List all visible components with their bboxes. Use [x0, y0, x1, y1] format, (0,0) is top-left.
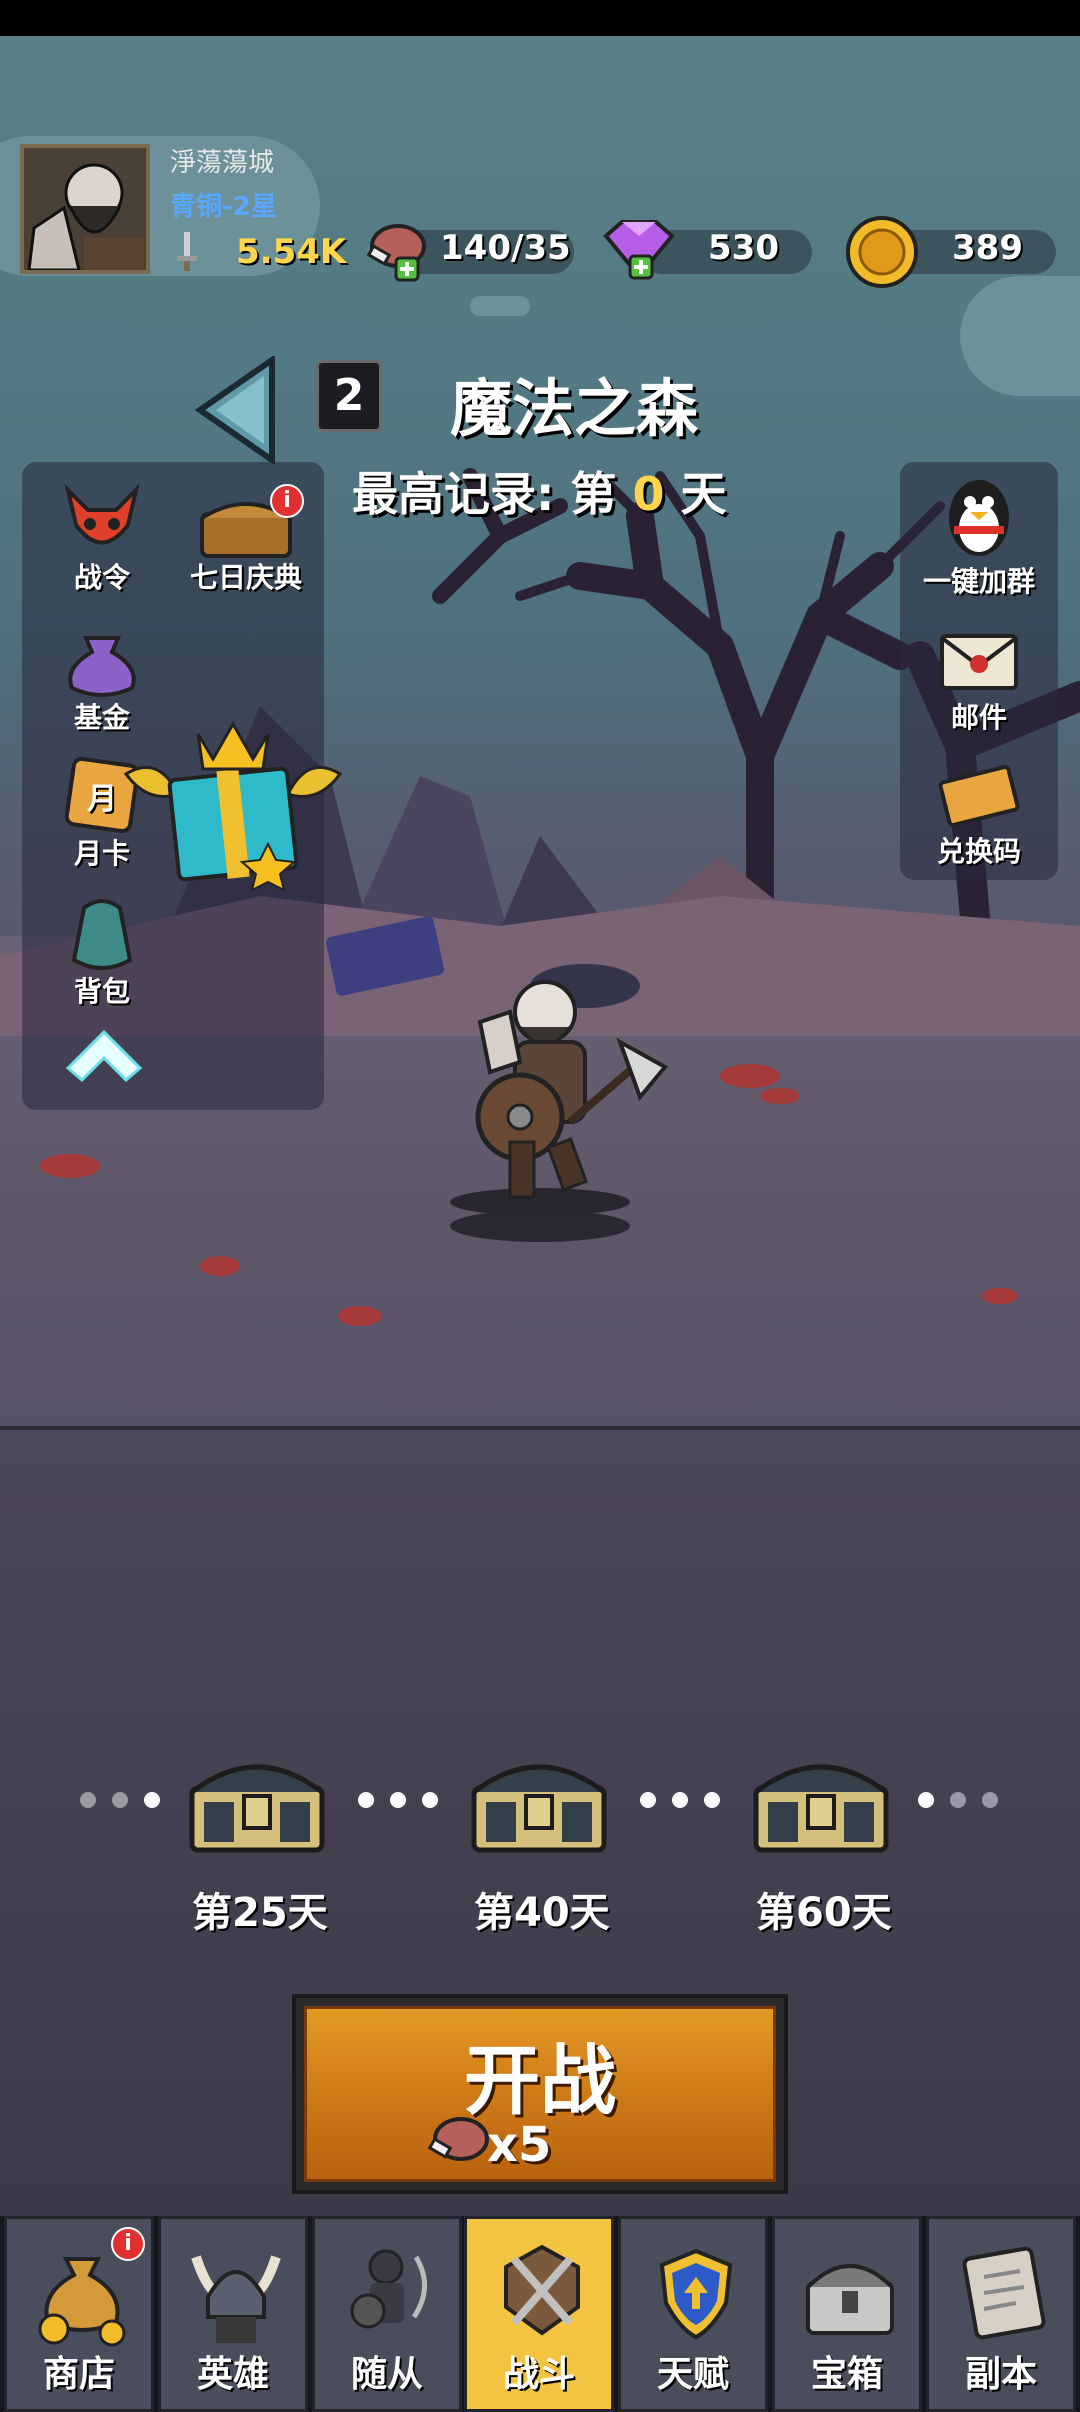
stage-number: 2 — [316, 360, 382, 432]
previous-stage-arrow-icon[interactable] — [194, 356, 278, 464]
progress-dot — [422, 1792, 438, 1808]
start-battle-button[interactable]: 开战 x5 — [292, 1994, 788, 2194]
tab-hero[interactable]: 英雄 — [158, 2216, 308, 2412]
bottom-navigation: i 商店 英雄 随从 战斗 天赋 宝箱 副本 — [0, 2216, 1080, 2412]
viking-helmet-icon — [191, 2255, 281, 2343]
progress-dot — [640, 1792, 656, 1808]
tab-label: 天赋 — [656, 2354, 729, 2395]
gems-value: 530 — [708, 228, 779, 268]
backpack-icon — [71, 899, 133, 970]
tab-shop[interactable]: i 商店 — [4, 2216, 154, 2412]
battle-pass-button[interactable]: 战令 — [40, 480, 164, 596]
milestone-chest-25[interactable] — [186, 1744, 328, 1856]
player-name: 淨蕩蕩城 — [170, 148, 275, 178]
record-prefix: 最高记录: 第 — [352, 467, 633, 521]
progress-dot — [112, 1792, 128, 1808]
progress-dot — [358, 1792, 374, 1808]
tab-label: 随从 — [350, 2354, 423, 2395]
coins-value: 389 — [952, 228, 1023, 268]
money-pouch-icon — [68, 636, 136, 697]
tab-dungeon[interactable]: 副本 — [926, 2216, 1076, 2412]
crossed-swords-icon — [504, 2244, 580, 2336]
tab-battle[interactable]: 战斗 — [464, 2216, 614, 2412]
backpack-button[interactable]: 背包 — [40, 894, 164, 1010]
progress-dot — [672, 1792, 688, 1808]
progress-dot — [80, 1792, 96, 1808]
milestone-label: 第25天 — [192, 1890, 328, 1936]
tab-label: 宝箱 — [810, 2354, 883, 2395]
milestone-label: 第60天 — [756, 1890, 892, 1936]
battle-cost: x5 — [487, 2117, 552, 2173]
progress-dot — [918, 1792, 934, 1808]
talent-shield-icon — [659, 2248, 733, 2340]
progress-dot — [144, 1792, 160, 1808]
cloud — [470, 296, 530, 316]
tab-chest[interactable]: 宝箱 — [772, 2216, 922, 2412]
treasure-chest-icon — [189, 1764, 325, 1853]
seven-day-festival-label: 七日庆典 — [189, 561, 302, 594]
tab-followers[interactable]: 随从 — [312, 2216, 462, 2412]
tab-talent[interactable]: 天赋 — [618, 2216, 768, 2412]
battle-pass-label: 战令 — [73, 561, 130, 594]
meat-icon — [427, 2117, 489, 2161]
cloud — [960, 276, 1080, 396]
progress-dot — [390, 1792, 406, 1808]
progress-dot — [950, 1792, 966, 1808]
power-value: 5.54K — [236, 232, 347, 272]
demon-skull-icon — [64, 483, 140, 545]
bearded-warrior-portrait-icon — [24, 148, 146, 270]
record-day: 0 — [632, 467, 665, 521]
record-suffix: 天 — [664, 467, 727, 521]
backpack-label: 背包 — [73, 975, 130, 1008]
progress-dot — [704, 1792, 720, 1808]
notification-badge: i — [270, 484, 304, 518]
treasure-chest-icon — [471, 1764, 607, 1853]
follower-icon — [350, 2249, 427, 2329]
collapse-up-icon[interactable] — [62, 1024, 146, 1084]
best-record: 最高记录: 第 0 天 — [352, 458, 726, 524]
mail-button[interactable]: 邮件 — [904, 630, 1054, 734]
player-rank: 青铜-2星 — [170, 192, 277, 222]
mail-label: 邮件 — [950, 701, 1007, 734]
stamina-value: 140/35 — [440, 228, 571, 268]
tab-label: 商店 — [42, 2354, 115, 2395]
join-group-label: 一键加群 — [922, 565, 1035, 598]
sword-icon — [177, 232, 197, 271]
scroll-map-icon — [962, 2246, 1046, 2340]
player-avatar[interactable] — [20, 144, 150, 274]
tab-label: 副本 — [964, 2354, 1037, 2395]
treasure-chest-icon — [753, 1764, 889, 1853]
redeem-code-button[interactable]: 兑换码 — [904, 764, 1054, 868]
progress-dot — [982, 1792, 998, 1808]
notification-badge: i — [111, 2227, 145, 2261]
penguin-icon — [949, 480, 1009, 556]
envelope-icon — [940, 634, 1018, 690]
hero-character — [450, 980, 669, 1216]
gold-coin-icon — [846, 216, 918, 288]
ticket-icon — [938, 765, 1020, 827]
milestone-chest-60[interactable] — [750, 1744, 892, 1856]
start-battle-label: 开战 — [464, 2036, 616, 2125]
status-bar — [0, 0, 1080, 36]
tab-label: 战斗 — [502, 2354, 575, 2395]
gem-icon — [603, 220, 675, 280]
stage-title: 魔法之森 — [450, 372, 699, 445]
start-battle-face: 开战 x5 — [304, 2006, 776, 2182]
tab-label: 英雄 — [196, 2354, 269, 2395]
seven-day-festival-button[interactable]: i 七日庆典 — [176, 480, 316, 596]
milestone-chest-40[interactable] — [468, 1744, 610, 1856]
winged-gift-box-icon[interactable] — [118, 714, 348, 894]
join-group-button[interactable]: 一键加群 — [904, 470, 1054, 598]
redeem-code-label: 兑换码 — [936, 835, 1021, 868]
meat-icon — [366, 224, 426, 282]
milestone-label: 第40天 — [474, 1890, 610, 1936]
chest-icon — [806, 2264, 894, 2335]
